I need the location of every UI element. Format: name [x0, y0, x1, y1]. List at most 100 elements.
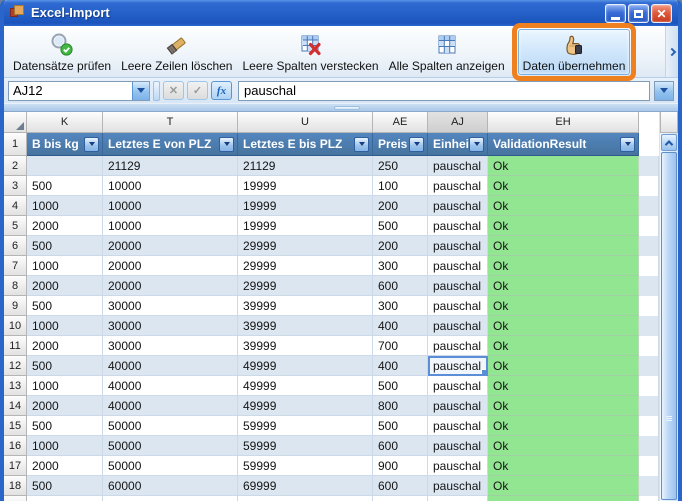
row-header-2[interactable]: 2 — [4, 156, 27, 176]
field-header-letztes-e-von-plz[interactable]: Letztes E von PLZ — [103, 133, 238, 156]
cell[interactable]: 500 — [27, 296, 103, 316]
cell[interactable]: pauschal — [428, 496, 488, 501]
cell[interactable]: pauschal — [428, 176, 488, 196]
toolbar-button-leere-zeilen-löschen[interactable]: Leere Zeilen löschen — [116, 29, 237, 75]
cell[interactable]: 30000 — [103, 296, 238, 316]
cell[interactable]: 600 — [373, 436, 428, 456]
cell-validation-result[interactable]: Ok — [488, 476, 639, 496]
cell[interactable]: pauschal — [428, 256, 488, 276]
cell[interactable]: 20000 — [103, 276, 238, 296]
cell[interactable]: 1000 — [27, 376, 103, 396]
cell[interactable]: pauschal — [428, 336, 488, 356]
cell[interactable]: 2000 — [27, 336, 103, 356]
column-header-AE[interactable]: AE — [373, 112, 428, 133]
row-header-4[interactable]: 4 — [4, 196, 27, 216]
cell[interactable]: pauschal — [428, 436, 488, 456]
cell[interactable]: 500 — [373, 216, 428, 236]
cell[interactable]: 40000 — [103, 356, 238, 376]
cell-validation-result[interactable]: Ok — [488, 156, 639, 176]
toolbar-button-datensätze-prüfen[interactable]: Datensätze prüfen — [8, 29, 116, 75]
cell[interactable]: pauschal — [428, 276, 488, 296]
row-header-13[interactable]: 13 — [4, 376, 27, 396]
row-header-1[interactable]: 1 — [4, 133, 27, 156]
cell-validation-result[interactable]: Ok — [488, 236, 639, 256]
formula-expand-button[interactable] — [655, 81, 673, 100]
cell[interactable]: 49999 — [238, 396, 373, 416]
filter-dropdown-button[interactable] — [354, 136, 369, 152]
cell-validation-result[interactable]: Ok — [488, 316, 639, 336]
cell[interactable]: 500 — [27, 356, 103, 376]
formula-bar-grip[interactable] — [153, 80, 160, 101]
cell[interactable]: 100 — [373, 176, 428, 196]
field-header-validationresult[interactable]: ValidationResult — [488, 133, 639, 156]
formula-input[interactable] — [239, 81, 649, 100]
cell[interactable]: 29999 — [238, 256, 373, 276]
cell[interactable]: 1000 — [27, 436, 103, 456]
cell[interactable]: pauschal — [428, 376, 488, 396]
cell[interactable]: pauschal — [428, 196, 488, 216]
row-header-14[interactable]: 14 — [4, 396, 27, 416]
cell[interactable]: 39999 — [238, 336, 373, 356]
cell[interactable]: 500 — [373, 376, 428, 396]
cell[interactable]: 2000 — [27, 216, 103, 236]
cell[interactable]: 19999 — [238, 216, 373, 236]
cell[interactable]: 600 — [373, 476, 428, 496]
cell[interactable]: 19999 — [238, 176, 373, 196]
toolbar-button-leere-spalten-verstecken[interactable]: Leere Spalten verstecken — [237, 29, 383, 75]
cell[interactable]: 49999 — [238, 356, 373, 376]
insert-function-button[interactable]: fx — [211, 81, 232, 100]
scroll-up-button[interactable] — [661, 134, 677, 151]
row-header-10[interactable]: 10 — [4, 316, 27, 336]
column-header-T[interactable]: T — [103, 112, 238, 133]
cell[interactable]: pauschal — [428, 296, 488, 316]
row-header-5[interactable]: 5 — [4, 216, 27, 236]
cell[interactable]: pauschal — [428, 216, 488, 236]
row-header-12[interactable]: 12 — [4, 356, 27, 376]
confirm-entry-button[interactable]: ✓ — [187, 81, 208, 100]
cell[interactable]: 250 — [373, 156, 428, 176]
cell[interactable]: 20000 — [103, 256, 238, 276]
cell[interactable]: pauschal — [428, 416, 488, 436]
cell[interactable]: 40000 — [103, 396, 238, 416]
row-header-16[interactable]: 16 — [4, 436, 27, 456]
scrollbar-thumb[interactable] — [661, 152, 677, 500]
cell[interactable]: 40000 — [103, 376, 238, 396]
cell[interactable]: 200 — [373, 236, 428, 256]
cell[interactable]: 500 — [27, 236, 103, 256]
cell[interactable]: 400 — [373, 316, 428, 336]
cell-validation-result[interactable]: Ok — [488, 396, 639, 416]
cell[interactable]: 29999 — [238, 236, 373, 256]
cell[interactable]: 69999 — [238, 496, 373, 501]
cell[interactable]: pauschal — [428, 356, 488, 376]
cell-validation-result[interactable]: Ok — [488, 176, 639, 196]
cell[interactable]: pauschal — [428, 456, 488, 476]
row-header-15[interactable]: 15 — [4, 416, 27, 436]
cell[interactable]: 39999 — [238, 296, 373, 316]
cell-validation-result[interactable]: Ok — [488, 196, 639, 216]
cell[interactable]: 10000 — [103, 216, 238, 236]
cell[interactable]: 1000 — [27, 256, 103, 276]
cell[interactable]: 60000 — [103, 496, 238, 501]
cell[interactable]: 29999 — [238, 276, 373, 296]
field-header-preis[interactable]: Preis — [373, 133, 428, 156]
cell[interactable]: 21129 — [103, 156, 238, 176]
cell-reference-input[interactable] — [9, 81, 132, 100]
row-header-6[interactable]: 6 — [4, 236, 27, 256]
cell[interactable]: 2000 — [27, 276, 103, 296]
cell[interactable]: 500 — [373, 416, 428, 436]
field-header-letztes-e-bis-plz[interactable]: Letztes E bis PLZ — [238, 133, 373, 156]
cell-validation-result[interactable]: Ok — [488, 496, 639, 501]
filter-dropdown-button[interactable] — [219, 136, 234, 152]
cell[interactable]: 500 — [27, 416, 103, 436]
cell[interactable]: 69999 — [238, 476, 373, 496]
toolbar-overflow-button[interactable] — [665, 26, 678, 77]
select-all-corner[interactable] — [4, 112, 27, 133]
cell[interactable]: 1000 — [27, 316, 103, 336]
cell[interactable]: 800 — [373, 396, 428, 416]
toolbar-button-daten-übernehmen[interactable]: Daten übernehmen — [517, 28, 631, 75]
horizontal-splitter[interactable] — [4, 103, 678, 111]
cell[interactable]: 59999 — [238, 456, 373, 476]
cell[interactable]: 1000 — [27, 496, 103, 501]
cell[interactable]: 21129 — [238, 156, 373, 176]
row-header-17[interactable]: 17 — [4, 456, 27, 476]
